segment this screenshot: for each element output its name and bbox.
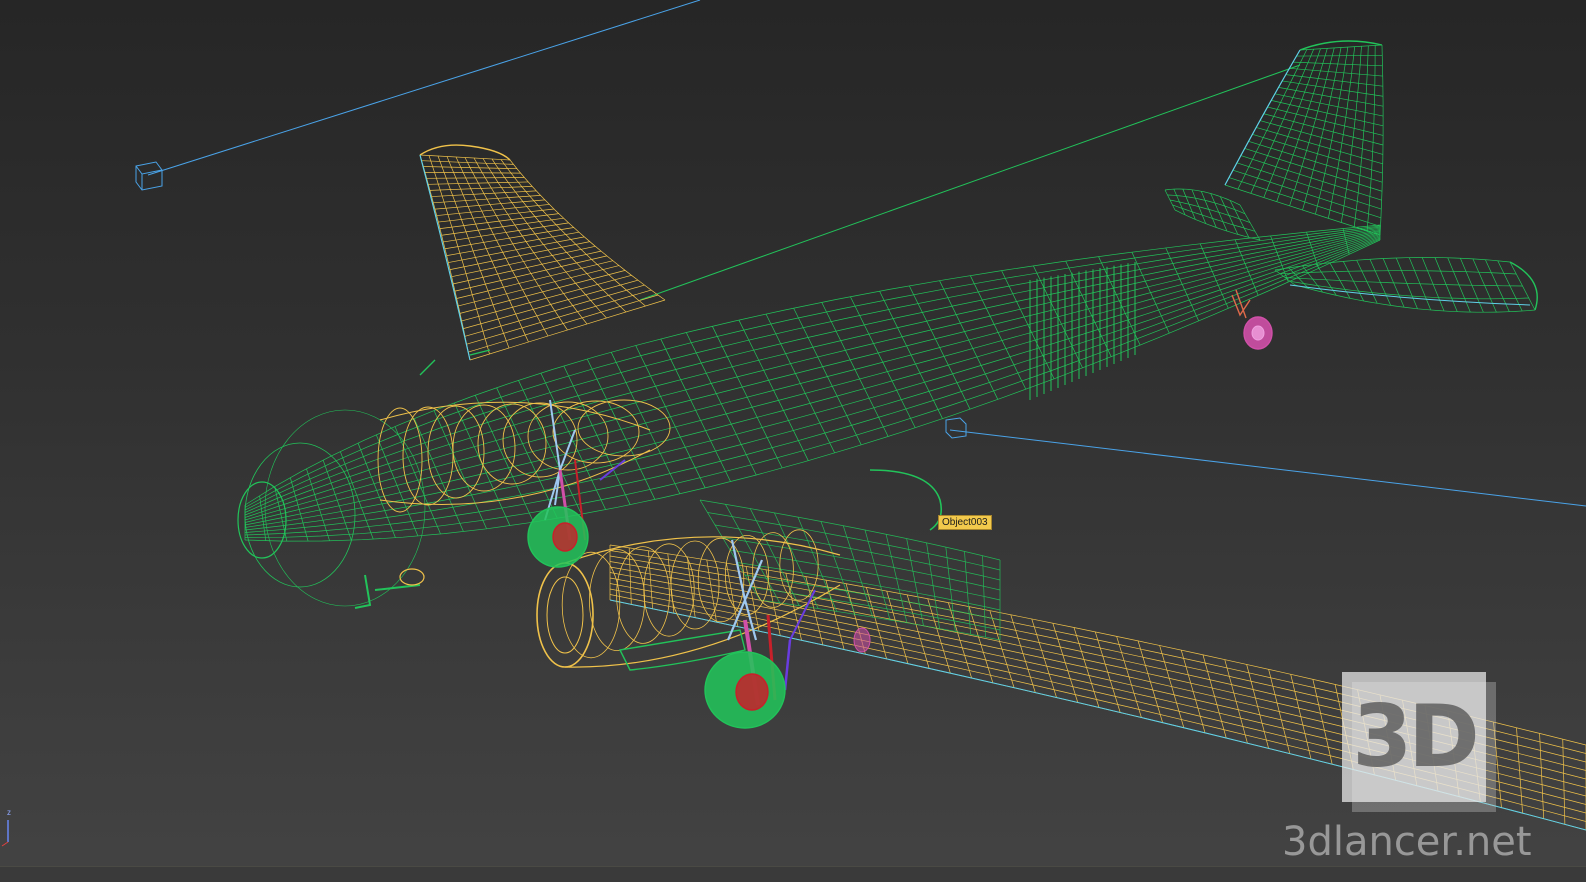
- gear-brace: [599, 459, 626, 481]
- left-wing-leading-edge: [419, 154, 471, 361]
- wing-fillet: [869, 469, 943, 531]
- nacelle-ring: [527, 401, 609, 471]
- light-guide-line: [949, 429, 1586, 507]
- right-stabilizer-trailing-edge: [1289, 284, 1531, 306]
- viewport-bottom-strip: [0, 866, 1586, 882]
- left-wing-wireframe: [419, 154, 666, 361]
- left-stabilizer-wireframe: [1164, 188, 1261, 241]
- nose-probe[interactable]: [354, 568, 425, 609]
- propeller-blades: [544, 399, 576, 521]
- cockpit-antenna: [419, 349, 491, 376]
- watermark-site-text: 3dlancer.net: [1282, 819, 1532, 865]
- axis-gizmo-label: z: [7, 808, 11, 817]
- engine-cowl-front: [536, 562, 594, 668]
- gear-brace: [783, 639, 792, 691]
- light-object-icon[interactable]: [135, 161, 163, 191]
- target-icon: [945, 417, 967, 439]
- watermark-3d-text: 3D: [1352, 687, 1479, 787]
- tail-wheel-hub: [1251, 325, 1265, 341]
- nacelle-ring: [779, 529, 819, 601]
- object-name-tooltip: Object003: [938, 515, 992, 530]
- wheel-hub: [735, 673, 769, 711]
- axis-gizmo[interactable]: [1, 820, 9, 847]
- engine-cowl-inner: [546, 576, 584, 654]
- probe-pod: [399, 568, 425, 586]
- tail-gear-strut: [1231, 289, 1251, 319]
- 3d-viewport[interactable]: 3D 3dlancer.net Object003 z: [0, 0, 1586, 882]
- light-guide-line: [147, 0, 701, 176]
- wheel-hub: [552, 522, 578, 552]
- left-propeller[interactable]: [544, 399, 576, 521]
- light-target-icon[interactable]: [945, 417, 967, 439]
- wing-light: [853, 627, 871, 653]
- nacelle-ring: [561, 551, 621, 659]
- cargo-door-panel[interactable]: [1029, 262, 1136, 400]
- gear-brace: [789, 589, 816, 641]
- x-axis-line: [1, 841, 9, 847]
- right-stabilizer-wireframe: [1274, 257, 1536, 313]
- cube-icon-body: [135, 161, 163, 191]
- fuselage-wireframe: [244, 224, 1381, 542]
- vertical-tail-edge: [1224, 49, 1301, 186]
- fuselage-nose[interactable]: [237, 409, 426, 607]
- camera-guide-line: [639, 64, 1301, 301]
- nacelle-ring: [697, 537, 745, 623]
- light-guide-lines[interactable]: [147, 0, 1586, 507]
